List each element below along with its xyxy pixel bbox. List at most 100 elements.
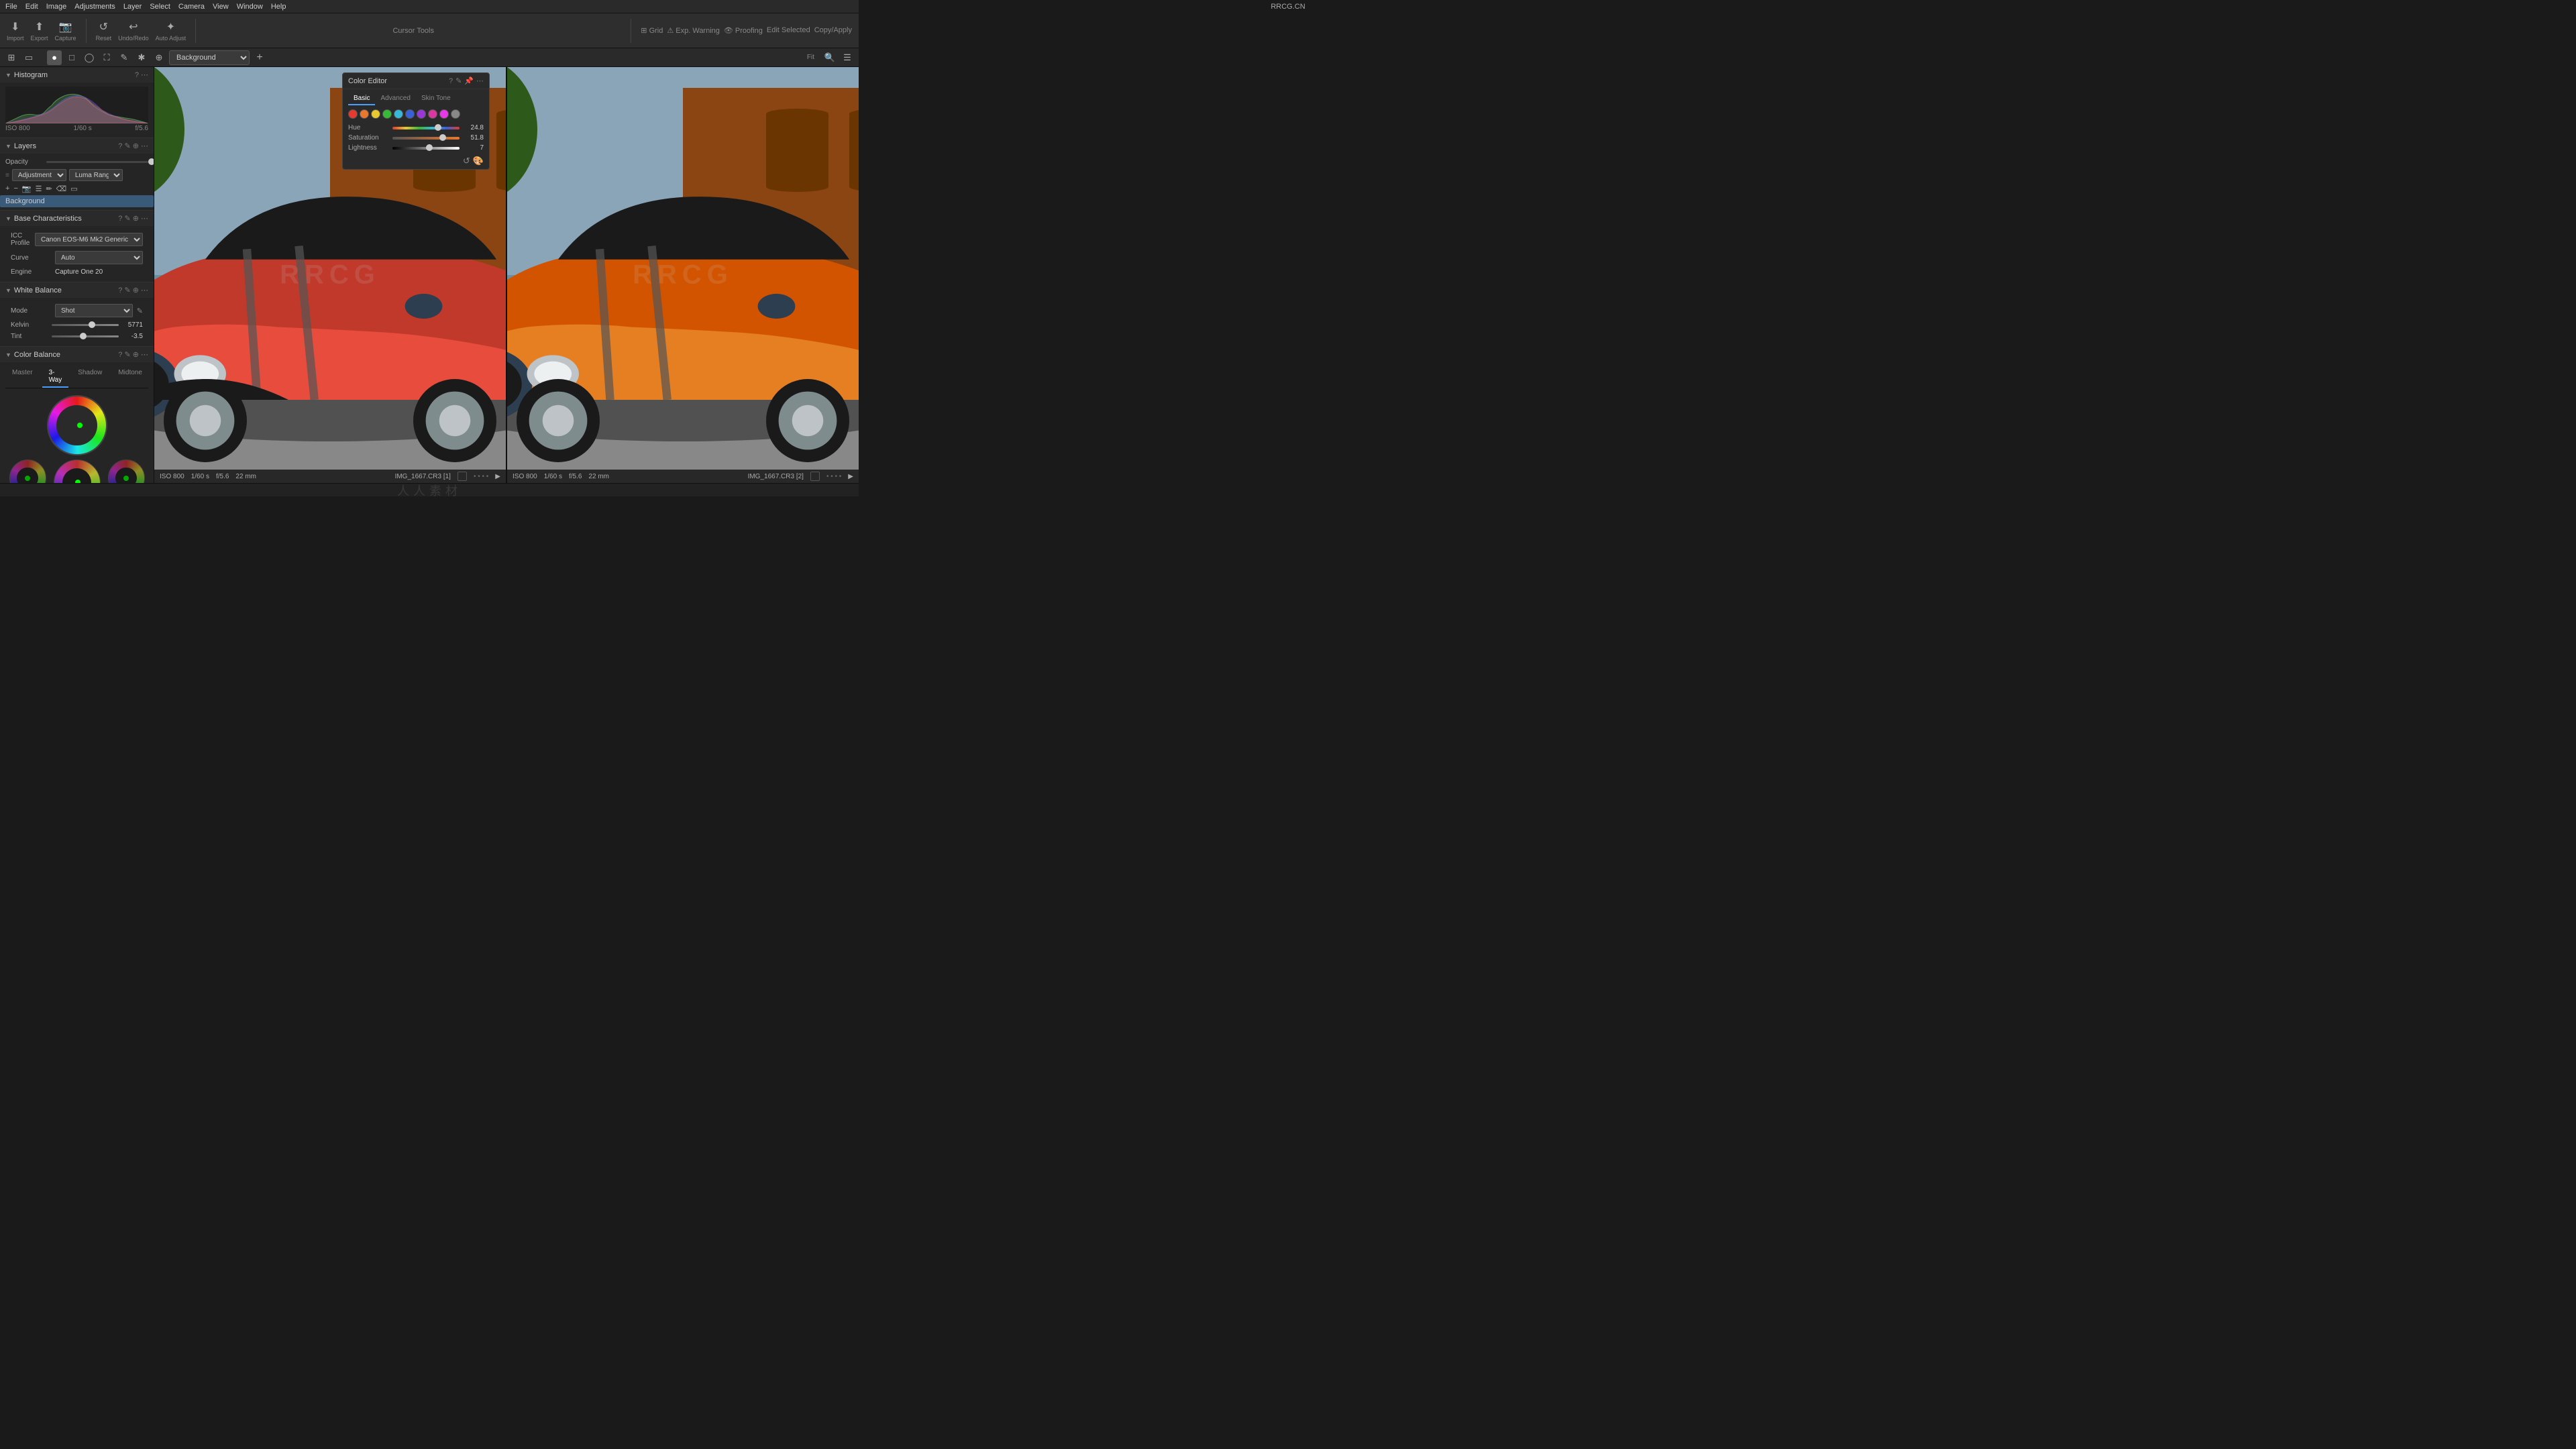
menu-layer[interactable]: Layer <box>123 3 142 11</box>
brush-layer-icon[interactable]: ✏ <box>46 184 52 193</box>
import-button[interactable]: ⬇ Import <box>7 20 24 42</box>
zoom-icon[interactable]: 🔍 <box>822 50 837 65</box>
color-wheel-master[interactable] <box>47 395 107 455</box>
histogram-section: ▼ Histogram ? ⋯ ISO 800 1/60 s f/5.6 <box>0 67 154 138</box>
color-swatch-pink[interactable] <box>428 109 437 119</box>
lightness-slider[interactable] <box>392 147 460 150</box>
eyedropper-tool[interactable]: ✎ <box>117 50 131 65</box>
menu-help[interactable]: Help <box>271 3 286 11</box>
clone-tool[interactable]: ⊕ <box>152 50 166 65</box>
cb-tab-shadow[interactable]: Shadow <box>71 366 109 388</box>
kelvin-slider[interactable] <box>52 324 119 326</box>
ce-title: Color Editor <box>348 77 446 85</box>
proofing-button[interactable]: 👁 Proofing <box>724 26 763 35</box>
ce-pin-icon[interactable]: 📌 <box>464 76 474 85</box>
histogram-header[interactable]: ▼ Histogram ? ⋯ <box>0 67 154 83</box>
color-swatch-cyan[interactable] <box>394 109 403 119</box>
ce-edit-icon[interactable]: ✎ <box>455 76 462 85</box>
app-title: RRCG.CN <box>1271 3 1305 11</box>
highlight-wheel[interactable] <box>108 460 145 483</box>
exp-warning-button[interactable]: ⚠ Exp. Warning <box>667 26 720 35</box>
menu-file[interactable]: File <box>5 3 17 11</box>
color-swatch-purple[interactable] <box>417 109 426 119</box>
color-swatch-yellow[interactable] <box>371 109 380 119</box>
menu-camera[interactable]: Camera <box>178 3 205 11</box>
main-toolbar: ⬇ Import ⬆ Export 📷 Capture ↺ Reset ↩ Un… <box>0 13 859 48</box>
layers-toolbar: + − 📷 ☰ ✏ ⌫ ▭ <box>0 182 154 195</box>
grid-button[interactable]: ⊞ Grid <box>641 26 663 35</box>
menu-edit[interactable]: Edit <box>25 3 38 11</box>
adjustment-dropdown[interactable]: Adjustment <box>12 169 66 181</box>
view-options-btn[interactable]: ☰ <box>840 50 855 65</box>
autoadjust-button[interactable]: ✦ Auto Adjust <box>156 20 186 42</box>
capture-button[interactable]: 📷 Capture <box>55 20 76 42</box>
hue-slider[interactable] <box>392 127 460 129</box>
single-view-btn[interactable]: ▭ <box>21 50 36 65</box>
wb-title: White Balance <box>14 286 115 294</box>
menu-view[interactable]: View <box>213 3 229 11</box>
ce-picker-icon[interactable]: 🎨 <box>473 156 484 166</box>
menu-window[interactable]: Window <box>237 3 263 11</box>
curve-dropdown[interactable]: Auto <box>55 251 143 264</box>
camera-layer-icon[interactable]: 📷 <box>22 184 32 193</box>
midtone-wheel[interactable] <box>54 460 101 483</box>
color-swatch-magenta[interactable] <box>439 109 449 119</box>
ce-help-icon[interactable]: ? <box>449 77 453 85</box>
saturation-slider[interactable] <box>392 137 460 140</box>
square-tool[interactable]: □ <box>64 50 79 65</box>
tint-slider[interactable] <box>52 335 119 337</box>
layer-dropdown[interactable]: Background <box>169 50 250 65</box>
copy-apply-button[interactable]: Copy/Apply <box>814 26 852 35</box>
ce-tab-basic[interactable]: Basic <box>348 93 375 105</box>
main-area: ▼ Histogram ? ⋯ ISO 800 1/60 s f/5.6 <box>0 67 859 483</box>
add-layer-btn[interactable]: + <box>252 50 267 65</box>
wb-mode-dropdown[interactable]: Shot <box>55 304 133 317</box>
list-layer-icon[interactable]: ☰ <box>36 184 42 193</box>
ce-more-icon[interactable]: ⋯ <box>476 76 484 85</box>
crop-tool[interactable]: ⛶ <box>99 50 114 65</box>
color-swatch-red[interactable] <box>348 109 358 119</box>
lasso-tool[interactable]: ◯ <box>82 50 97 65</box>
menu-adjustments[interactable]: Adjustments <box>74 3 115 11</box>
eraser-layer-icon[interactable]: ⌫ <box>56 184 67 193</box>
edit-selected-button[interactable]: Edit Selected <box>767 26 810 35</box>
color-balance-header[interactable]: ▼ Color Balance ? ✎ ⊕ ⋯ <box>0 347 154 362</box>
histogram-info: ISO 800 1/60 s f/5.6 <box>5 123 148 133</box>
add-layer-icon[interactable]: + <box>5 184 9 193</box>
icc-dropdown[interactable]: Canon EOS-M6 Mk2 Generic <box>35 233 143 246</box>
color-swatch-gray[interactable] <box>451 109 460 119</box>
right-nav-btn[interactable]: ▶ <box>848 473 853 480</box>
color-swatch-green[interactable] <box>382 109 392 119</box>
cb-tab-3way[interactable]: 3-Way <box>42 366 69 388</box>
menu-select[interactable]: Select <box>150 3 170 11</box>
heal-tool[interactable]: ✱ <box>134 50 149 65</box>
base-characteristics-header[interactable]: ▼ Base Characteristics ? ✎ ⊕ ⋯ <box>0 211 154 226</box>
remove-layer-icon[interactable]: − <box>13 184 17 193</box>
cb-tab-midtone[interactable]: Midtone <box>111 366 149 388</box>
white-balance-header[interactable]: ▼ White Balance ? ✎ ⊕ ⋯ <box>0 282 154 298</box>
left-corner-btn[interactable] <box>458 472 467 481</box>
menu-image[interactable]: Image <box>46 3 67 11</box>
color-swatch-blue[interactable] <box>405 109 415 119</box>
left-nav-btn[interactable]: ▶ <box>495 473 500 480</box>
grid-view-btn[interactable]: ⊞ <box>4 50 19 65</box>
right-iso: ISO 800 <box>513 473 537 480</box>
right-corner-btn[interactable] <box>810 472 820 481</box>
ce-reset-icon[interactable]: ↺ <box>463 156 470 166</box>
circle-tool[interactable]: ● <box>47 50 62 65</box>
export-button[interactable]: ⬆ Export <box>31 20 48 42</box>
ce-tab-skintone[interactable]: Skin Tone <box>416 93 456 105</box>
eyedropper-wb-icon[interactable]: ✎ <box>137 307 143 315</box>
opacity-slider[interactable] <box>46 161 148 163</box>
undoredo-button[interactable]: ↩ Undo/Redo <box>118 20 149 42</box>
ce-tab-advanced[interactable]: Advanced <box>375 93 415 105</box>
color-swatch-orange[interactable] <box>360 109 369 119</box>
more-layer-icon[interactable]: ▭ <box>70 184 77 193</box>
tint-value: -3.5 <box>123 333 143 340</box>
shadow-wheel[interactable] <box>9 460 46 483</box>
reset-button[interactable]: ↺ Reset <box>96 20 112 42</box>
luma-range-dropdown[interactable]: Luma Range... <box>69 169 123 181</box>
cb-tab-master[interactable]: Master <box>5 366 40 388</box>
layers-header[interactable]: ▼ Layers ? ✎ ⊕ ⋯ <box>0 138 154 154</box>
background-layer[interactable]: Background <box>0 195 154 207</box>
